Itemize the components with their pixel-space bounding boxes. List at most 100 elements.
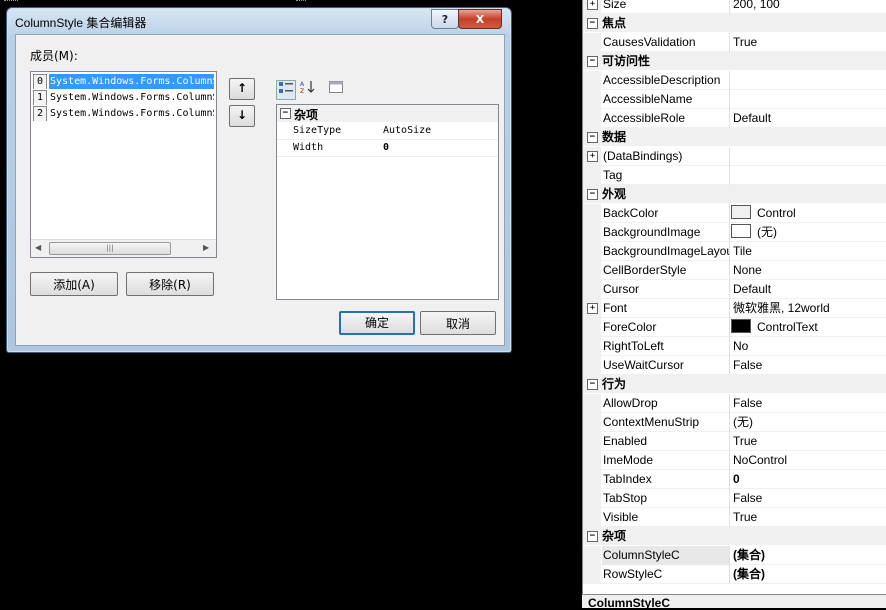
scroll-right-icon[interactable]: ▶ <box>203 243 209 252</box>
property-value[interactable]: Control <box>731 204 796 223</box>
move-up-button[interactable]: ↑ <box>229 78 255 100</box>
help-button[interactable]: ? <box>431 9 459 29</box>
property-row-gutter <box>583 280 601 299</box>
collapse-icon[interactable]: − <box>587 189 598 200</box>
property-value-text: No <box>733 339 749 353</box>
property-value-text: (无) <box>757 225 777 239</box>
expand-icon[interactable]: + <box>587 303 598 314</box>
property-row[interactable]: TabStop False <box>583 489 886 508</box>
property-row[interactable]: Cursor Default <box>583 280 886 299</box>
property-row[interactable]: ImeMode NoControl <box>583 451 886 470</box>
property-row[interactable]: AllowDrop False <box>583 394 886 413</box>
property-category[interactable]: − 数据 <box>583 128 886 146</box>
members-list[interactable]: 0 System.Windows.Forms.ColumnS 1 System.… <box>30 71 217 258</box>
property-category[interactable]: − 可访问性 <box>583 52 886 70</box>
property-value[interactable]: False <box>733 489 762 508</box>
property-value[interactable]: True <box>733 508 757 527</box>
collapse-icon[interactable]: − <box>587 56 598 67</box>
property-row-gutter <box>583 432 601 451</box>
property-category[interactable]: − 焦点 <box>583 14 886 32</box>
property-row[interactable]: AccessibleDescription <box>583 71 886 90</box>
property-name: Tag <box>602 166 730 185</box>
grid-row[interactable]: Width 0 <box>277 140 498 157</box>
property-value-text: False <box>733 358 763 372</box>
collapse-icon[interactable]: − <box>587 132 598 143</box>
horizontal-scrollbar[interactable]: ◀ ||| ▶ <box>31 239 216 257</box>
property-value[interactable]: (集合) <box>733 565 765 584</box>
scroll-left-icon[interactable]: ◀ <box>35 243 41 252</box>
property-value-text: True <box>733 510 758 524</box>
property-row[interactable]: ForeColor ControlText <box>583 318 886 337</box>
property-row[interactable]: Visible True <box>583 508 886 527</box>
property-value[interactable]: Default <box>733 280 771 299</box>
alphabetical-icon[interactable]: AZ <box>298 80 318 100</box>
categorized-icon[interactable] <box>276 80 296 100</box>
property-row[interactable]: Tag <box>583 166 886 185</box>
property-value[interactable]: False <box>733 394 762 413</box>
description-title: ColumnStyleC <box>588 596 671 610</box>
add-button[interactable]: 添加(A) <box>30 272 118 296</box>
property-value[interactable]: 200, 100 <box>733 0 780 14</box>
list-item[interactable]: 2 System.Windows.Forms.ColumnS <box>33 106 214 121</box>
collapse-icon[interactable]: − <box>280 108 291 119</box>
property-row[interactable]: TabIndex 0 <box>583 470 886 489</box>
property-row[interactable]: + Font 微软雅黑, 12world <box>583 299 886 318</box>
property-name: TabIndex <box>602 470 730 489</box>
move-down-button[interactable]: ↓ <box>229 105 255 127</box>
property-row[interactable]: CellBorderStyle None <box>583 261 886 280</box>
property-row[interactable]: RowStyleC (集合) <box>583 565 886 584</box>
property-row[interactable]: UseWaitCursor False <box>583 356 886 375</box>
property-value[interactable]: None <box>733 261 762 280</box>
property-row[interactable]: BackgroundImage (无) <box>583 223 886 242</box>
scroll-thumb[interactable]: ||| <box>49 242 171 255</box>
collapse-icon[interactable]: − <box>587 531 598 542</box>
property-row[interactable]: BackColor Control <box>583 204 886 223</box>
expand-icon[interactable]: + <box>587 0 598 10</box>
svg-text:A: A <box>300 81 305 88</box>
property-name: TabStop <box>602 489 730 508</box>
property-row[interactable]: BackgroundImageLayout Tile <box>583 242 886 261</box>
property-value[interactable]: Tile <box>733 242 752 261</box>
property-category[interactable]: − 外观 <box>583 185 886 203</box>
close-button[interactable]: X <box>458 9 502 29</box>
property-value[interactable]: 微软雅黑, 12world <box>733 299 830 318</box>
remove-button[interactable]: 移除(R) <box>126 272 214 296</box>
grid-category-misc[interactable]: − 杂项 <box>277 105 498 122</box>
property-value[interactable]: (集合) <box>733 546 765 565</box>
property-value[interactable]: True <box>733 33 757 52</box>
list-item[interactable]: 0 System.Windows.Forms.ColumnS <box>33 74 214 89</box>
property-value[interactable]: NoControl <box>733 451 787 470</box>
property-value[interactable]: 0 <box>733 470 740 489</box>
property-row[interactable]: Enabled True <box>583 432 886 451</box>
list-item[interactable]: 1 System.Windows.Forms.ColumnS <box>33 90 214 105</box>
cancel-button[interactable]: 取消 <box>420 311 496 335</box>
property-row[interactable]: ContextMenuStrip (无) <box>583 413 886 432</box>
property-row-gutter <box>583 337 601 356</box>
property-category[interactable]: − 行为 <box>583 375 886 393</box>
property-value[interactable]: Default <box>733 109 771 128</box>
property-row[interactable]: AccessibleName <box>583 90 886 109</box>
grid-row-name: Width <box>293 142 324 153</box>
property-category-label: 杂项 <box>602 529 627 543</box>
property-value[interactable]: False <box>733 356 762 375</box>
property-row-gutter <box>583 489 601 508</box>
expand-icon[interactable]: + <box>587 151 598 162</box>
property-row[interactable]: + (DataBindings) <box>583 147 886 166</box>
property-row[interactable]: AccessibleRole Default <box>583 109 886 128</box>
collapse-icon[interactable]: − <box>587 379 598 390</box>
collapse-icon[interactable]: − <box>587 18 598 29</box>
property-category[interactable]: − 杂项 <box>583 527 886 545</box>
property-pages-icon[interactable] <box>326 80 346 100</box>
property-row[interactable]: ColumnStyleC (集合) <box>583 546 886 565</box>
grid-row[interactable]: SizeType AutoSize <box>277 123 498 140</box>
property-value[interactable]: (无) <box>733 413 753 432</box>
property-row[interactable]: CausesValidation True <box>583 33 886 52</box>
property-name: UseWaitCursor <box>602 356 730 375</box>
property-value[interactable]: (无) <box>731 223 777 242</box>
property-value[interactable]: True <box>733 432 757 451</box>
property-row[interactable]: RightToLeft No <box>583 337 886 356</box>
property-value[interactable]: No <box>733 337 748 356</box>
property-value[interactable]: ControlText <box>731 318 818 337</box>
property-row[interactable]: + Size 200, 100 <box>583 0 886 14</box>
ok-button[interactable]: 确定 <box>339 311 415 335</box>
